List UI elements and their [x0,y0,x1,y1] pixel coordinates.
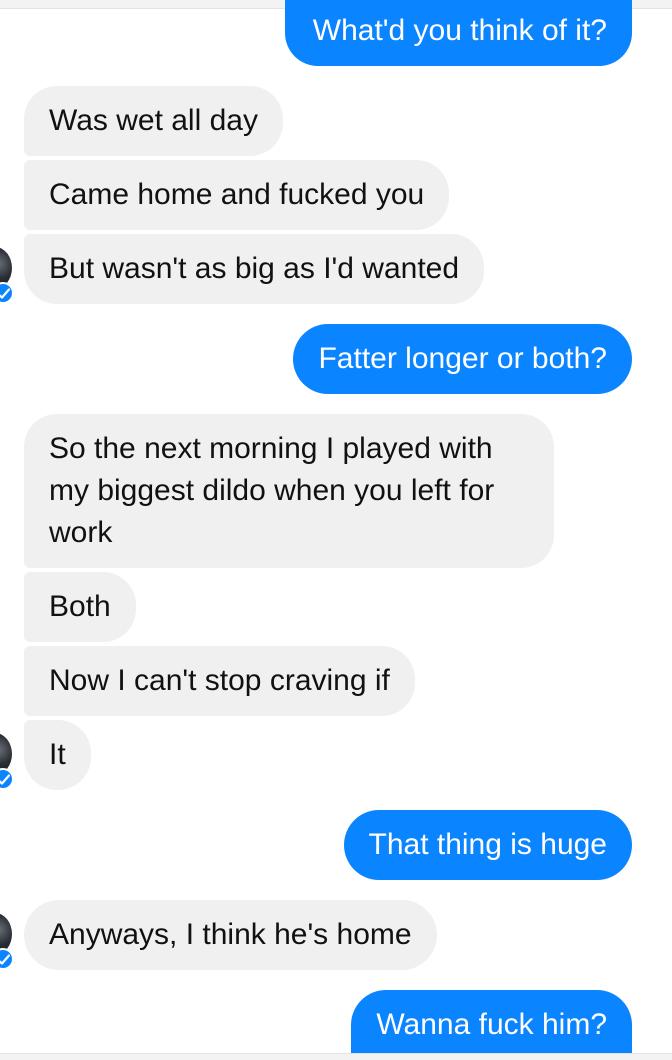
message-bubble-incoming[interactable]: Both [24,572,136,642]
messenger-verified-check-icon [0,282,14,304]
bottom-divider [0,1053,672,1060]
message-bubble-incoming[interactable]: Now I can't stop craving if [24,646,415,716]
message-bubble-incoming[interactable]: Anyways, I think he's home [24,900,437,970]
messenger-verified-check-icon [0,948,14,970]
message-bubble-incoming[interactable]: So the next morning I played with my big… [24,414,554,568]
message-bubble-incoming[interactable]: But wasn't as big as I'd wanted [24,234,485,304]
message-bubble-incoming[interactable]: Was wet all day [24,86,283,156]
message-bubble-outgoing[interactable]: That thing is huge [343,810,632,880]
message-bubble-incoming[interactable]: Came home and fucked you [24,160,450,230]
message-bubble-outgoing[interactable]: What'd you think of it? [284,0,632,66]
message-bubble-outgoing[interactable]: Wanna fuck him? [351,990,632,1054]
message-bubble-incoming[interactable]: It [24,720,91,790]
message-bubble-outgoing[interactable]: Fatter longer or both? [293,324,632,394]
messenger-verified-check-icon [0,768,14,790]
